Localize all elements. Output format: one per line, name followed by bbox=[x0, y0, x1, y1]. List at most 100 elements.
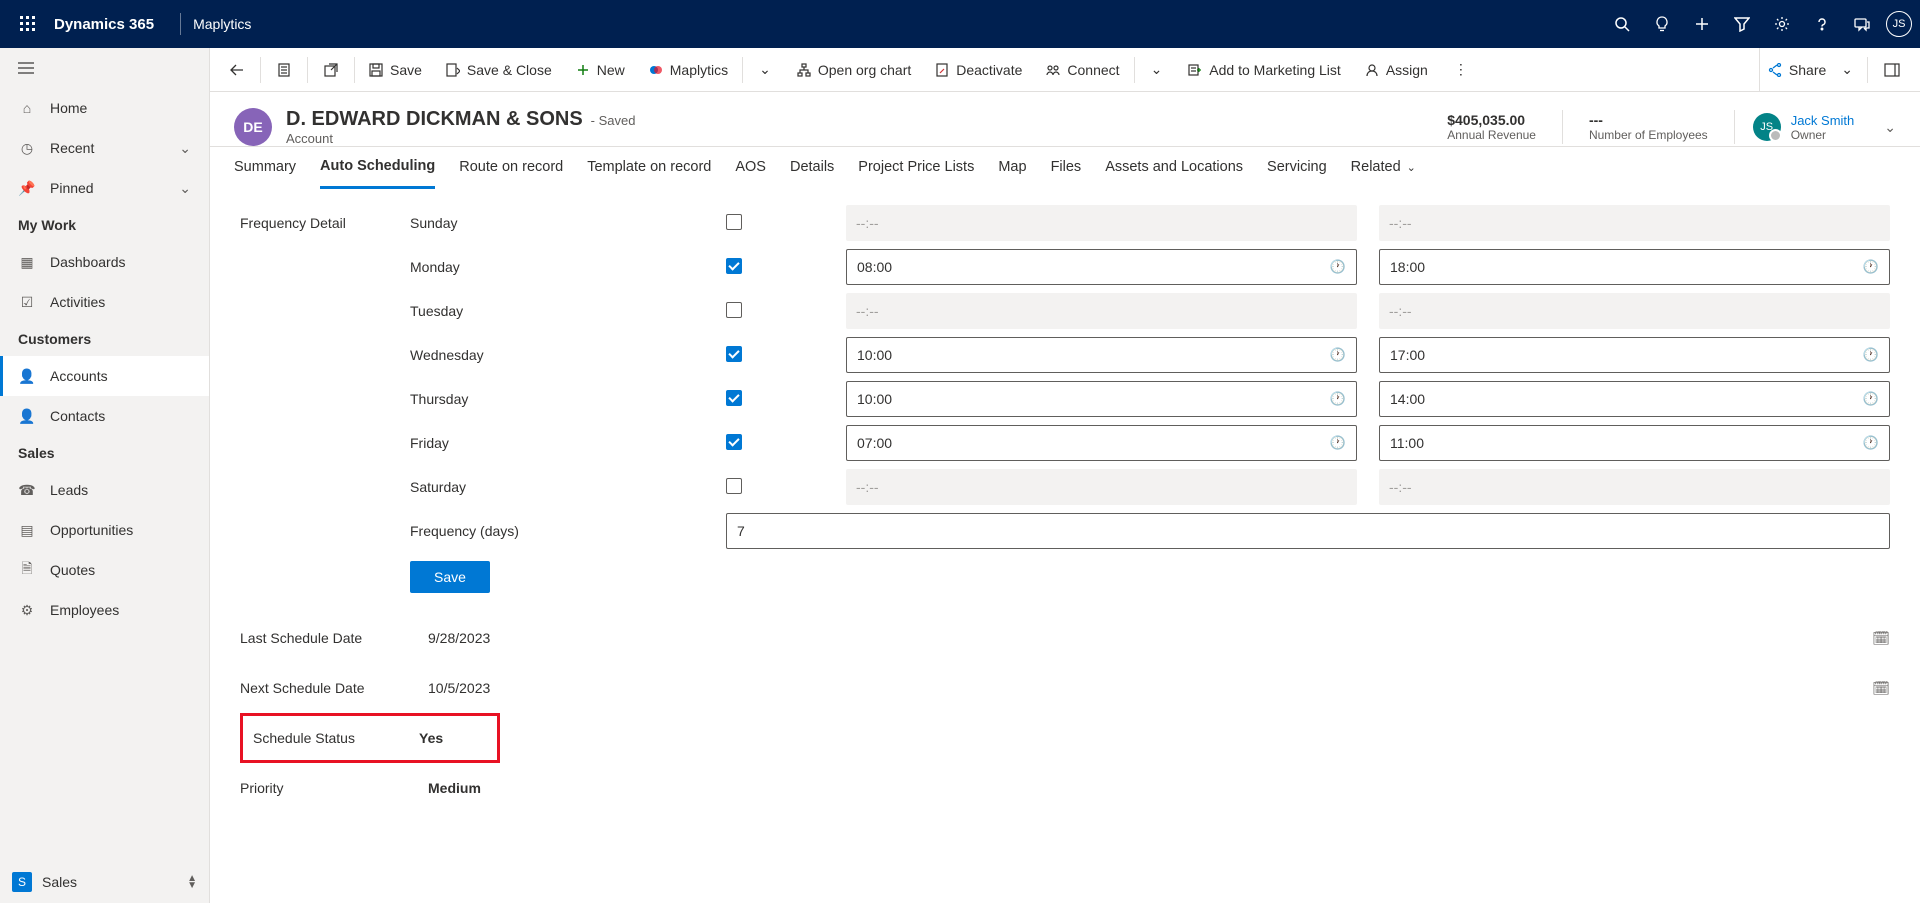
updown-icon: ▲▼ bbox=[187, 875, 197, 889]
day-row: Thursday 10:00🕐 14:00🕐 bbox=[240, 381, 1890, 417]
owner-name[interactable]: Jack Smith bbox=[1791, 113, 1855, 128]
day-checkbox[interactable] bbox=[726, 346, 742, 362]
deactivate-button[interactable]: Deactivate bbox=[923, 48, 1034, 92]
gear-icon[interactable] bbox=[1762, 4, 1802, 44]
sidebar-item-pinned[interactable]: 📌Pinned⌄ bbox=[0, 168, 209, 208]
chevron-down-icon[interactable]: ⌄ bbox=[1884, 119, 1896, 136]
side-pane-button[interactable] bbox=[1870, 48, 1914, 92]
revenue-field[interactable]: $405,035.00 Annual Revenue bbox=[1439, 112, 1544, 142]
end-time-input[interactable]: 18:00🕐 bbox=[1379, 249, 1890, 285]
day-checkbox[interactable] bbox=[726, 390, 742, 406]
day-checkbox[interactable] bbox=[726, 434, 742, 450]
quotes-icon: 🗎 bbox=[18, 558, 36, 582]
overflow-button[interactable]: ⋮ bbox=[1440, 48, 1482, 92]
tab-aos[interactable]: AOS bbox=[735, 145, 766, 189]
record-tabs: Summary Auto Scheduling Route on record … bbox=[210, 145, 1920, 189]
sidebar-item-activities[interactable]: ☑Activities bbox=[0, 282, 209, 322]
sidebar-item-employees[interactable]: ⚙Employees bbox=[0, 590, 209, 630]
hamburger-icon[interactable] bbox=[0, 48, 209, 88]
tab-project-price-lists[interactable]: Project Price Lists bbox=[858, 145, 974, 189]
open-new-window-button[interactable] bbox=[310, 48, 352, 92]
dashboard-icon: ▦ bbox=[18, 254, 36, 271]
tab-files[interactable]: Files bbox=[1051, 145, 1082, 189]
tab-assets-locations[interactable]: Assets and Locations bbox=[1105, 145, 1243, 189]
sidebar-item-opportunities[interactable]: ▤Opportunities bbox=[0, 510, 209, 550]
schedule-status-row[interactable]: Schedule Status Yes bbox=[240, 713, 500, 763]
brand-label[interactable]: Dynamics 365 bbox=[54, 16, 154, 33]
owner-field[interactable]: JS Jack Smith Owner ⌄ bbox=[1753, 113, 1896, 142]
day-checkbox[interactable] bbox=[726, 214, 742, 230]
app-launcher-icon[interactable] bbox=[8, 4, 48, 44]
tab-route-on-record[interactable]: Route on record bbox=[459, 145, 563, 189]
day-row: Wednesday 10:00🕐 17:00🕐 bbox=[240, 337, 1890, 373]
end-time-input: --:-- bbox=[1379, 469, 1890, 505]
start-time-input[interactable]: 08:00🕐 bbox=[846, 249, 1357, 285]
start-time-input[interactable]: 10:00🕐 bbox=[846, 337, 1357, 373]
chat-icon[interactable] bbox=[1842, 4, 1882, 44]
filter-icon[interactable] bbox=[1722, 4, 1762, 44]
leads-icon: ☎ bbox=[18, 482, 36, 499]
tab-template-on-record[interactable]: Template on record bbox=[587, 145, 711, 189]
day-checkbox[interactable] bbox=[726, 302, 742, 318]
app-name-label[interactable]: Maplytics bbox=[193, 16, 251, 32]
sidebar-item-recent[interactable]: ◷Recent⌄ bbox=[0, 128, 209, 168]
tab-summary[interactable]: Summary bbox=[234, 145, 296, 189]
end-time-input[interactable]: 14:00🕐 bbox=[1379, 381, 1890, 417]
record-set-button[interactable] bbox=[263, 48, 305, 92]
calendar-icon[interactable]: 🗓 bbox=[1872, 630, 1890, 647]
sidebar-item-leads[interactable]: ☎Leads bbox=[0, 470, 209, 510]
start-time-input[interactable]: 10:00🕐 bbox=[846, 381, 1357, 417]
last-schedule-date-row[interactable]: Last Schedule Date 9/28/2023 🗓 bbox=[240, 613, 1890, 663]
sidebar-item-label: Quotes bbox=[50, 562, 95, 578]
connect-button[interactable]: Connect bbox=[1034, 48, 1131, 92]
frequency-input[interactable]: 7 bbox=[726, 513, 1890, 549]
help-icon[interactable] bbox=[1802, 4, 1842, 44]
tab-details[interactable]: Details bbox=[790, 145, 834, 189]
tab-servicing[interactable]: Servicing bbox=[1267, 145, 1327, 189]
end-time-input[interactable]: 17:00🕐 bbox=[1379, 337, 1890, 373]
priority-row[interactable]: Priority Medium bbox=[240, 763, 1890, 813]
add-icon[interactable] bbox=[1682, 4, 1722, 44]
search-icon[interactable] bbox=[1602, 4, 1642, 44]
sidebar-item-contacts[interactable]: 👤Contacts bbox=[0, 396, 209, 436]
tab-related[interactable]: Related⌄ bbox=[1351, 145, 1416, 189]
sidebar-item-label: Opportunities bbox=[50, 522, 133, 538]
sidebar-item-accounts[interactable]: 👤Accounts bbox=[0, 356, 209, 396]
sidebar-item-dashboards[interactable]: ▦ Dashboards bbox=[0, 242, 209, 282]
end-time-input: --:-- bbox=[1379, 293, 1890, 329]
start-time-input[interactable]: 07:00🕐 bbox=[846, 425, 1357, 461]
share-button[interactable]: Share⌄ bbox=[1759, 48, 1865, 92]
end-time-input[interactable]: 11:00🕐 bbox=[1379, 425, 1890, 461]
save-button[interactable]: Save bbox=[357, 48, 434, 92]
day-checkbox[interactable] bbox=[726, 478, 742, 494]
sidebar-item-home[interactable]: ⌂Home bbox=[0, 88, 209, 128]
save-button[interactable]: Save bbox=[410, 561, 490, 593]
connect-chevron[interactable]: ⌄ bbox=[1137, 48, 1177, 92]
owner-avatar: JS bbox=[1753, 113, 1781, 141]
area-switcher[interactable]: S Sales ▲▼ bbox=[0, 861, 209, 903]
employees-field[interactable]: --- Number of Employees bbox=[1581, 112, 1716, 142]
tab-auto-scheduling[interactable]: Auto Scheduling bbox=[320, 145, 435, 189]
next-schedule-date-row[interactable]: Next Schedule Date 10/5/2023 🗓 bbox=[240, 663, 1890, 713]
maplytics-chevron[interactable]: ⌄ bbox=[745, 48, 785, 92]
area-label: Sales bbox=[42, 874, 77, 890]
record-subtitle: Account bbox=[286, 131, 635, 146]
sidebar-item-label: Dashboards bbox=[50, 254, 126, 270]
back-button[interactable] bbox=[216, 48, 258, 92]
sidebar-item-label: Recent bbox=[50, 140, 94, 156]
sidebar-item-label: Pinned bbox=[50, 180, 94, 196]
assign-button[interactable]: Assign bbox=[1353, 48, 1440, 92]
save-close-button[interactable]: Save & Close bbox=[434, 48, 564, 92]
day-row: Frequency Detail Sunday --:-- --:-- bbox=[240, 205, 1890, 241]
calendar-icon[interactable]: 🗓 bbox=[1872, 680, 1890, 697]
open-org-chart-button[interactable]: Open org chart bbox=[785, 48, 923, 92]
day-row: Tuesday --:-- --:-- bbox=[240, 293, 1890, 329]
user-avatar[interactable]: JS bbox=[1886, 11, 1912, 37]
day-checkbox[interactable] bbox=[726, 258, 742, 274]
sidebar-item-quotes[interactable]: 🗎 Quotes bbox=[0, 550, 209, 590]
maplytics-button[interactable]: Maplytics bbox=[637, 48, 740, 92]
add-marketing-button[interactable]: Add to Marketing List bbox=[1176, 48, 1353, 92]
new-button[interactable]: New bbox=[564, 48, 637, 92]
lightbulb-icon[interactable] bbox=[1642, 4, 1682, 44]
tab-map[interactable]: Map bbox=[998, 145, 1026, 189]
